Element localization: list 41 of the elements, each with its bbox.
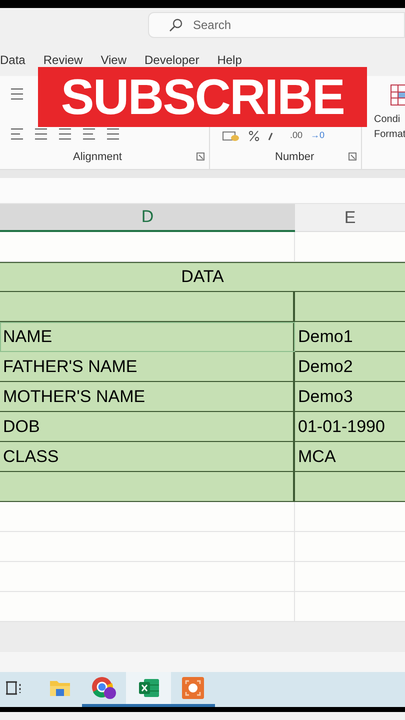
search-input[interactable]: Search	[193, 16, 343, 34]
ribbon-tab[interactable]: Review	[43, 51, 83, 69]
table-cell: MOTHER'S NAME	[0, 382, 295, 412]
subscribe-banner[interactable]: SUBSCRIBE	[38, 67, 367, 127]
percent-icon[interactable]	[248, 130, 260, 142]
table-cell: 01-01-1990	[295, 412, 405, 442]
ribbon-tab[interactable]: Data	[0, 51, 26, 69]
folder-icon	[49, 679, 71, 697]
ribbon-tab[interactable]: Help	[217, 51, 242, 69]
search-icon	[169, 18, 183, 32]
merged-cell: DATA	[0, 262, 405, 292]
group-label: Alignment	[73, 150, 122, 164]
taskbar-button[interactable]	[126, 672, 171, 707]
ribbon-tab[interactable]: Developer	[144, 51, 200, 69]
decrease-decimal-button[interactable]: →0	[310, 129, 325, 142]
table-cell: Demo1	[295, 322, 405, 352]
dialog-launcher-icon[interactable]	[196, 152, 205, 162]
table-cell: Demo3	[295, 382, 405, 412]
ribbon-tab[interactable]: View	[100, 51, 127, 69]
table-cell: MCA	[295, 442, 405, 472]
align-icon[interactable]	[82, 128, 96, 140]
align-icon[interactable]	[34, 128, 48, 140]
currency-icon[interactable]	[222, 130, 240, 142]
increase-decimal-button[interactable]: .00	[290, 129, 303, 142]
browser-icon	[91, 676, 117, 700]
table-cell: CLASS	[0, 442, 295, 472]
align-icon[interactable]	[58, 128, 72, 140]
table-cell: DOB	[0, 412, 295, 442]
group-label: Number	[275, 150, 314, 164]
table-cell: NAME	[0, 322, 295, 352]
align-icon[interactable]	[10, 88, 24, 100]
task-view-icon	[6, 681, 24, 695]
align-icon[interactable]	[10, 128, 24, 140]
table-cell: FATHER'S NAME	[0, 352, 295, 382]
align-icon[interactable]	[106, 128, 120, 140]
dialog-launcher-icon[interactable]	[348, 152, 357, 162]
search-field[interactable]: Search	[148, 12, 405, 38]
recorder-icon	[181, 676, 205, 700]
spreadsheet-app-icon	[138, 678, 160, 698]
column-header[interactable]: D	[0, 204, 295, 232]
table-cell: Demo2	[295, 352, 405, 382]
